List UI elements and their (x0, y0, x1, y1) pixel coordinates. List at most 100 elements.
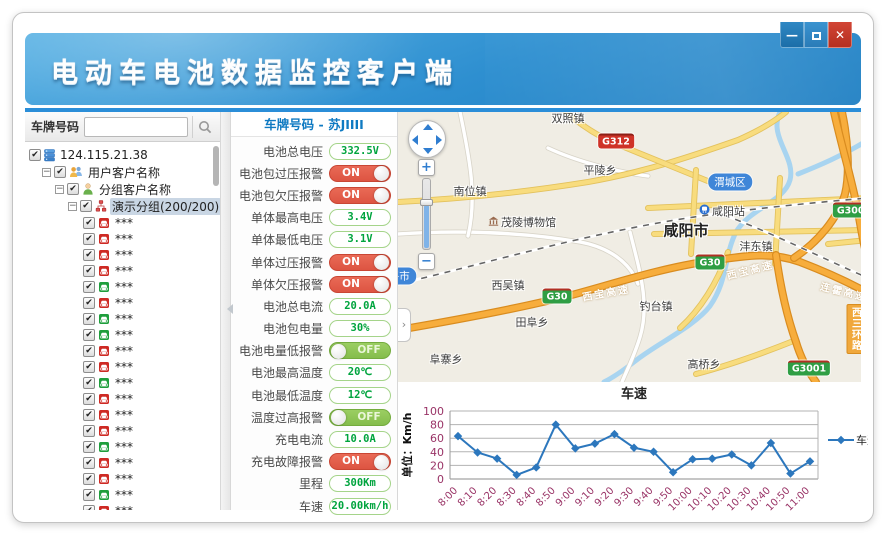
field-value: 20.00km/h (329, 498, 391, 515)
tree-item[interactable]: −✔用户客户名称 (25, 164, 220, 180)
vehicle-icon (98, 217, 110, 229)
tree-item-vehicle[interactable]: ✔ *** (25, 487, 220, 502)
tree-item[interactable]: −✔ 分组客户名称 (25, 181, 220, 197)
field-value: 3.4V (329, 209, 391, 226)
tree-expand-icon[interactable]: − (42, 168, 51, 177)
window-controls: — ✕ (780, 22, 852, 48)
alarm-toggle-on[interactable]: ON (329, 187, 391, 204)
tree-checkbox[interactable]: ✔ (83, 265, 95, 277)
map-place-label: 咸阳站 (699, 203, 745, 219)
panel-splitter[interactable] (221, 112, 231, 510)
tree-item-vehicle[interactable]: ✔*** (25, 311, 220, 326)
tree-item-vehicle[interactable]: ✔*** (25, 359, 220, 374)
vehicle-icon (98, 489, 110, 501)
tree-checkbox[interactable]: ✔ (83, 441, 95, 453)
tree-item[interactable]: ✔124.115.21.38 (25, 147, 220, 163)
alarm-toggle-off[interactable]: OFF (329, 342, 391, 359)
field-label: 电池总电压 (231, 143, 323, 160)
field-label: 电池包过压报警 (231, 165, 323, 182)
tree-expand-icon[interactable]: − (68, 202, 77, 211)
tree-checkbox[interactable]: ✔ (80, 200, 92, 212)
tree-item-vehicle[interactable]: ✔*** (25, 455, 220, 470)
tree-item-vehicle[interactable]: ✔*** (25, 375, 220, 390)
field-value: 30% (329, 320, 391, 337)
svg-text:9:20: 9:20 (593, 485, 617, 509)
tree-item-vehicle[interactable]: ✔ *** (25, 423, 220, 438)
map[interactable]: 双照镇G312平陵乡渭城区南位镇咸阳站G3001茂陵博物馆咸阳市沣东镇G30西宝… (398, 112, 861, 382)
chart-legend-label: 车速 (856, 433, 868, 447)
person-icon (82, 183, 94, 195)
tree-item-label: *** (113, 488, 135, 502)
map-road-badge: G3001 (788, 361, 830, 376)
tree-checkbox[interactable]: ✔ (54, 166, 66, 178)
tree-checkbox[interactable]: ✔ (83, 393, 95, 405)
field-label: 电池最高温度 (231, 364, 323, 381)
map-zoom-in-button[interactable]: + (418, 159, 435, 176)
tree-item-vehicle[interactable]: ✔*** (25, 295, 220, 310)
map-zoom-slider[interactable] (422, 178, 431, 250)
map-expander-tab[interactable]: › (398, 308, 411, 342)
tree-checkbox[interactable]: ✔ (83, 473, 95, 485)
tree-checkbox[interactable]: ✔ (83, 249, 95, 261)
tree-checkbox[interactable]: ✔ (83, 217, 95, 229)
tree-item-vehicle[interactable]: ✔*** (25, 263, 220, 278)
plate-search-input[interactable] (84, 117, 188, 137)
alarm-toggle-on[interactable]: ON (329, 254, 391, 271)
minimize-button[interactable]: — (780, 22, 804, 48)
tree-item-vehicle[interactable]: ✔*** (25, 327, 220, 342)
tree-expand-icon[interactable]: − (55, 185, 64, 194)
tree-checkbox[interactable]: ✔ (83, 345, 95, 357)
tree-item-vehicle[interactable]: ✔*** (25, 391, 220, 406)
tree-item-vehicle[interactable]: ✔*** (25, 503, 220, 510)
tree-scrollbar[interactable] (213, 146, 219, 186)
tree-checkbox[interactable]: ✔ (83, 489, 95, 501)
tree-item-vehicle[interactable]: ✔*** (25, 279, 220, 294)
tree-checkbox[interactable]: ✔ (83, 457, 95, 469)
tree-item-vehicle[interactable]: ✔ *** (25, 247, 220, 262)
alarm-toggle-on[interactable]: ON (329, 165, 391, 182)
tree-item-vehicle[interactable]: ✔*** (25, 439, 220, 454)
tree-checkbox[interactable]: ✔ (83, 281, 95, 293)
tree-checkbox[interactable]: ✔ (83, 505, 95, 511)
tree-checkbox[interactable]: ✔ (67, 183, 79, 195)
svg-text:8:50: 8:50 (534, 485, 558, 509)
tree-checkbox[interactable]: ✔ (83, 233, 95, 245)
close-button[interactable]: ✕ (828, 22, 852, 48)
field-label: 单体过压报警 (231, 254, 323, 271)
vehicle-icon (98, 425, 110, 437)
tree-item-vehicle[interactable]: ✔*** (25, 471, 220, 486)
map-pan-control[interactable] (408, 120, 446, 158)
alarm-toggle-on[interactable]: ON (329, 453, 391, 470)
tree-checkbox[interactable]: ✔ (83, 297, 95, 309)
tree-checkbox[interactable]: ✔ (83, 329, 95, 341)
tree-item-vehicle[interactable]: ✔*** (25, 343, 220, 358)
tree-checkbox[interactable]: ✔ (29, 149, 41, 161)
field-label: 单体最低电压 (231, 231, 323, 248)
tree-item-vehicle[interactable]: ✔*** (25, 231, 220, 246)
field-value: 10.0A (329, 431, 391, 448)
tree-item-label: *** (113, 248, 135, 262)
tree-checkbox[interactable]: ✔ (83, 361, 95, 373)
battery-field-row: 充电电流10.0A (231, 428, 397, 450)
battery-field-row: 里程300Km (231, 473, 397, 495)
maximize-button[interactable] (804, 22, 828, 48)
tree-checkbox[interactable]: ✔ (83, 425, 95, 437)
tree-item-label: *** (113, 408, 135, 422)
tree-item-vehicle[interactable]: ✔*** (25, 215, 220, 230)
map-zoom-out-button[interactable]: − (418, 253, 435, 270)
tree-item-vehicle[interactable]: ✔ *** (25, 407, 220, 422)
tree-checkbox[interactable]: ✔ (83, 409, 95, 421)
svg-text:8:10: 8:10 (456, 485, 480, 509)
tree-item-label: *** (113, 424, 135, 438)
map-zoom-handle[interactable] (420, 199, 433, 206)
vehicle-icon (98, 457, 110, 469)
alarm-toggle-on[interactable]: ON (329, 276, 391, 293)
vehicle-icon (98, 313, 110, 325)
search-icon[interactable] (192, 116, 216, 138)
tree-checkbox[interactable]: ✔ (83, 313, 95, 325)
splitter-collapse-icon (222, 304, 233, 314)
alarm-toggle-off[interactable]: OFF (329, 409, 391, 426)
tree-item-label: 分组客户名称 (97, 181, 173, 198)
tree-item[interactable]: −✔演示分组(200/200) (25, 198, 220, 214)
tree-checkbox[interactable]: ✔ (83, 377, 95, 389)
